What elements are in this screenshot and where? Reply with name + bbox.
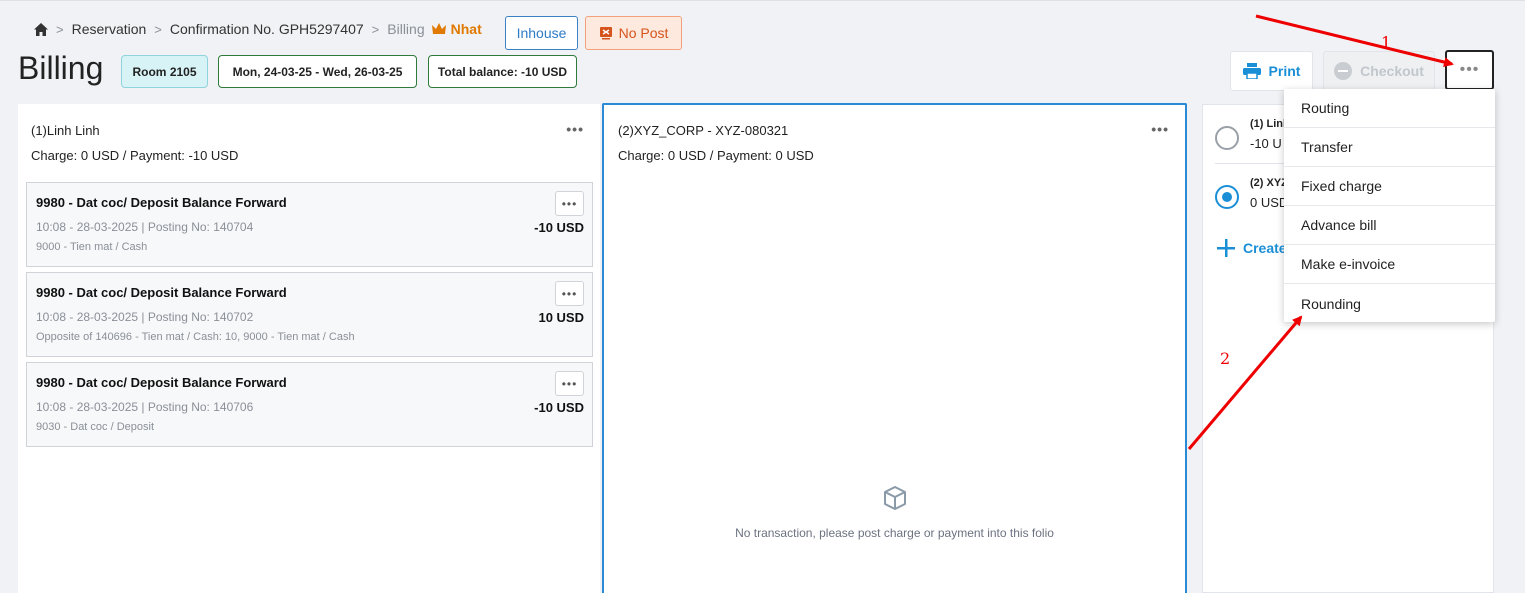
transaction-note: 9000 - Tien mat / Cash	[36, 241, 148, 253]
crown-icon	[431, 23, 446, 34]
menu-item-routing[interactable]: Routing	[1284, 89, 1495, 128]
folio-2-panel[interactable]: (2)XYZ_CORP - XYZ-080321 ••• Charge: 0 U…	[602, 103, 1187, 593]
folio-2-name: (2)XYZ_CORP - XYZ-080321	[618, 123, 789, 138]
folio-1-panel[interactable]: (1)Linh Linh ••• Charge: 0 USD / Payment…	[18, 104, 600, 593]
inhouse-status-badge: Inhouse	[505, 16, 578, 50]
transaction-card[interactable]: 9980 - Dat coc/ Deposit Balance Forward …	[26, 272, 593, 357]
transaction-card[interactable]: 9980 - Dat coc/ Deposit Balance Forward …	[26, 182, 593, 267]
print-button[interactable]: Print	[1230, 51, 1313, 91]
transaction-menu-button[interactable]: •••	[555, 371, 584, 396]
breadcrumb-reservation[interactable]: Reservation	[72, 21, 147, 37]
folio-1-name: (1)Linh Linh	[31, 123, 100, 138]
menu-item-transfer[interactable]: Transfer	[1284, 128, 1495, 167]
stay-dates-badge: Mon, 24-03-25 - Wed, 26-03-25	[218, 55, 417, 88]
transaction-note: 9030 - Dat coc / Deposit	[36, 421, 155, 433]
plus-icon	[1217, 239, 1235, 257]
chevron-right-icon: >	[371, 21, 380, 37]
transaction-meta: 10:08 - 28-03-2025 | Posting No: 140706	[36, 400, 254, 414]
no-post-label: No Post	[618, 25, 669, 41]
menu-item-make-e-invoice[interactable]: Make e-invoice	[1284, 245, 1495, 284]
no-post-icon	[599, 27, 612, 40]
box-icon	[883, 486, 906, 510]
checkout-button[interactable]: Checkout	[1323, 51, 1435, 91]
checkout-label: Checkout	[1360, 63, 1424, 79]
menu-item-advance-bill[interactable]: Advance bill	[1284, 206, 1495, 245]
more-options-menu: Routing Transfer Fixed charge Advance bi…	[1284, 89, 1495, 322]
ellipsis-icon: •••	[1459, 61, 1480, 78]
total-balance-badge: Total balance: -10 USD	[428, 55, 577, 88]
transaction-amount: -10 USD	[534, 400, 584, 415]
transaction-amount: 10 USD	[538, 310, 584, 325]
transaction-title: 9980 - Dat coc/ Deposit Balance Forward	[36, 195, 287, 210]
folio-list-item-2-name: (2) XYZ	[1250, 177, 1288, 189]
more-options-button[interactable]: •••	[1445, 50, 1494, 90]
transaction-menu-button[interactable]: •••	[555, 191, 584, 216]
folio-2-radio[interactable]	[1215, 185, 1239, 209]
transaction-menu-button[interactable]: •••	[555, 281, 584, 306]
annotation-label-2: 2	[1220, 349, 1231, 368]
folio-1-radio[interactable]	[1215, 126, 1239, 150]
breadcrumb-confirmation[interactable]: Confirmation No. GPH5297407	[170, 21, 364, 37]
transaction-meta: 10:08 - 28-03-2025 | Posting No: 140704	[36, 220, 254, 234]
transaction-meta: 10:08 - 28-03-2025 | Posting No: 140702	[36, 310, 254, 324]
page-title: Billing	[18, 50, 104, 86]
transaction-card[interactable]: 9980 - Dat coc/ Deposit Balance Forward …	[26, 362, 593, 447]
folio-2-summary: Charge: 0 USD / Payment: 0 USD	[618, 148, 814, 163]
create-folio-label: Create	[1243, 240, 1287, 256]
inhouse-label: Inhouse	[516, 25, 567, 41]
menu-item-rounding[interactable]: Rounding	[1284, 284, 1495, 323]
top-border	[0, 0, 1525, 1]
empty-state: No transaction, please post charge or pa…	[604, 485, 1185, 540]
folio-list-item-2-value: 0 USD	[1250, 195, 1289, 210]
transaction-amount: -10 USD	[534, 220, 584, 235]
home-icon[interactable]	[34, 22, 48, 36]
printer-icon	[1242, 63, 1261, 79]
room-badge: Room 2105	[121, 55, 208, 88]
folio-1-menu-icon[interactable]: •••	[566, 121, 584, 137]
transaction-note: Opposite of 140696 - Tien mat / Cash: 10…	[36, 331, 355, 343]
chevron-right-icon: >	[154, 21, 162, 37]
empty-state-text: No transaction, please post charge or pa…	[735, 526, 1054, 540]
no-post-badge: No Post	[585, 16, 682, 50]
chevron-right-icon: >	[56, 21, 64, 37]
transaction-title: 9980 - Dat coc/ Deposit Balance Forward	[36, 285, 287, 300]
folio-2-menu-icon[interactable]: •••	[1151, 121, 1169, 137]
breadcrumb: > Reservation > Confirmation No. GPH5297…	[34, 19, 482, 39]
annotation-label-1: 1	[1381, 33, 1392, 52]
print-label: Print	[1268, 63, 1301, 79]
minus-circle-icon	[1334, 62, 1353, 80]
folio-list-item-1-value: -10 U	[1250, 136, 1282, 151]
create-folio-button[interactable]: Create	[1217, 239, 1287, 257]
menu-item-fixed-charge[interactable]: Fixed charge	[1284, 167, 1495, 206]
folio-1-summary: Charge: 0 USD / Payment: -10 USD	[31, 148, 239, 163]
guest-vip-name: Nhat	[450, 21, 482, 37]
breadcrumb-billing: Billing	[387, 21, 425, 37]
transaction-title: 9980 - Dat coc/ Deposit Balance Forward	[36, 375, 287, 390]
